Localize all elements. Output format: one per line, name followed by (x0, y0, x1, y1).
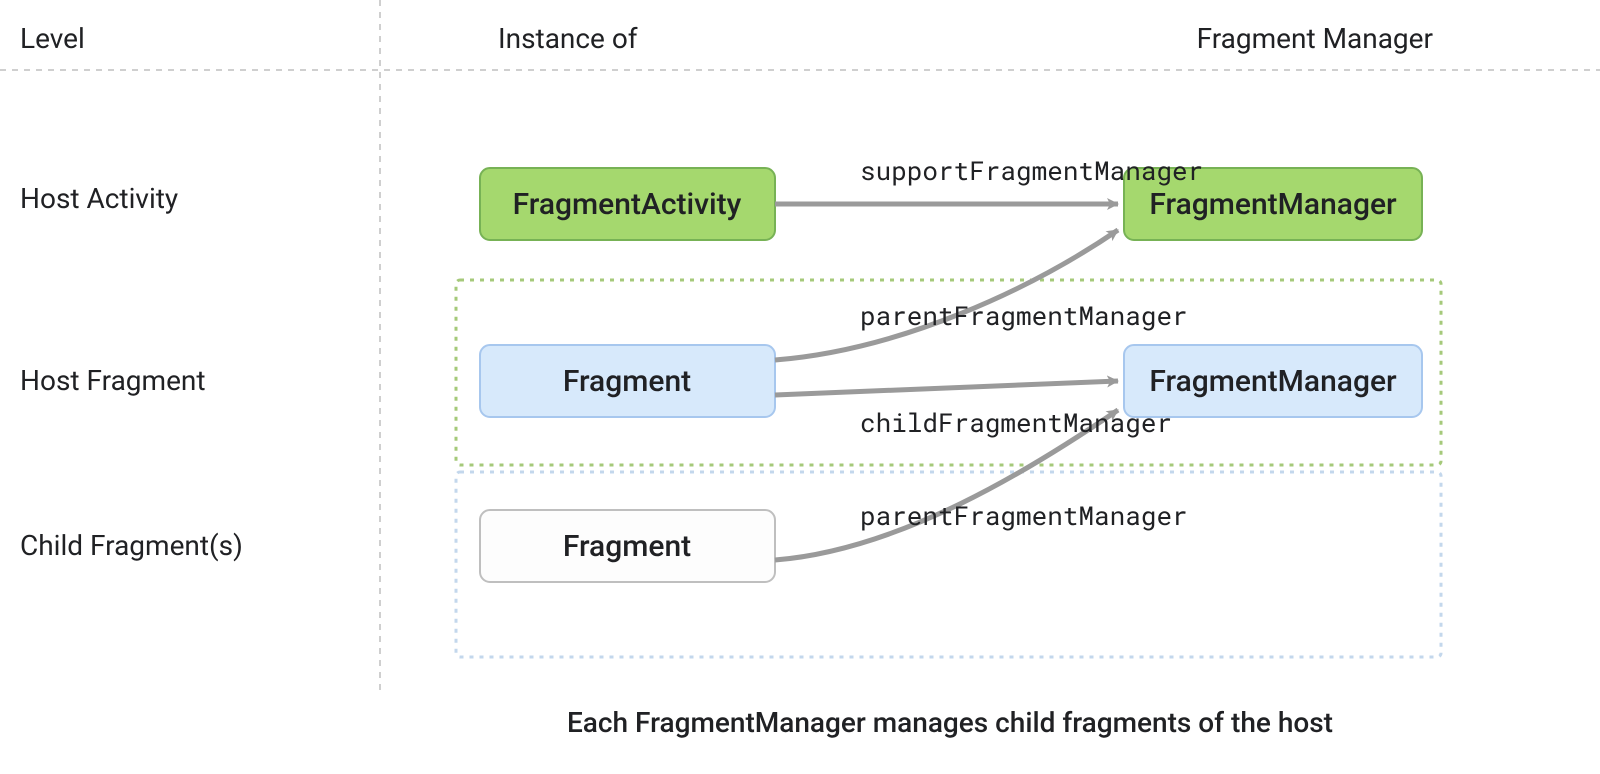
arrow-child-fm (775, 381, 1118, 395)
arrow-parent-fm-1 (775, 230, 1118, 360)
edge-label-parent-fm-1: parentFragmentManager (860, 299, 1188, 333)
label-fragment-manager-mid: FragmentManager (1149, 364, 1397, 399)
header-level: Level (20, 22, 85, 55)
label-fragment-manager-top: FragmentManager (1149, 187, 1397, 222)
edge-label-parent-fm-2: parentFragmentManager (860, 499, 1188, 533)
header-instance-of: Instance of (498, 22, 638, 55)
row-label-host-activity: Host Activity (20, 182, 178, 215)
edge-label-child-fm: childFragmentManager (860, 406, 1172, 440)
header-fragment-manager: Fragment Manager (1197, 22, 1434, 55)
diagram-canvas: Level Instance of Fragment Manager Host … (0, 0, 1600, 774)
label-fragment-bottom: Fragment (563, 529, 691, 564)
label-fragment-activity: FragmentActivity (513, 187, 742, 222)
diagram-caption: Each FragmentManager manages child fragm… (567, 706, 1333, 739)
row-label-host-fragment: Host Fragment (20, 364, 206, 397)
label-fragment-mid: Fragment (563, 364, 691, 399)
row-label-child-fragments: Child Fragment(s) (20, 529, 243, 562)
edge-label-support-fm: supportFragmentManager (860, 154, 1203, 188)
